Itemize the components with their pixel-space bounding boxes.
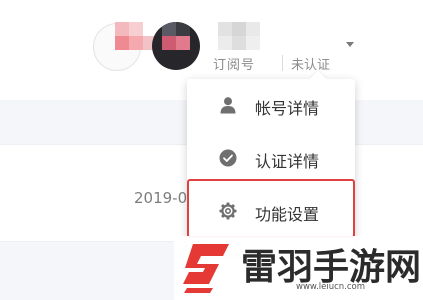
site-logo-emblem <box>179 238 233 296</box>
menu-item-label: 认证详情 <box>255 152 320 171</box>
site-logo-url: www.leiucn.com <box>296 282 366 292</box>
caret-down-icon[interactable] <box>346 42 354 47</box>
user-icon <box>219 96 237 114</box>
menu-item-label: 帐号详情 <box>255 99 320 118</box>
menu-item-account-details[interactable]: 帐号详情 <box>187 85 355 125</box>
header-divider <box>282 55 283 71</box>
verification-status: 未认证 <box>291 58 331 73</box>
check-circle-icon <box>219 149 237 167</box>
pixelated-account-name <box>218 22 274 52</box>
account-type-label: 订阅号 <box>213 58 256 73</box>
account-avatar[interactable] <box>152 22 200 70</box>
date-cell: 2019-0 <box>134 189 188 207</box>
highlight-annotation-box <box>187 179 355 238</box>
menu-item-verification-details[interactable]: 认证详情 <box>187 138 355 178</box>
pixelated-name-block <box>115 22 157 54</box>
